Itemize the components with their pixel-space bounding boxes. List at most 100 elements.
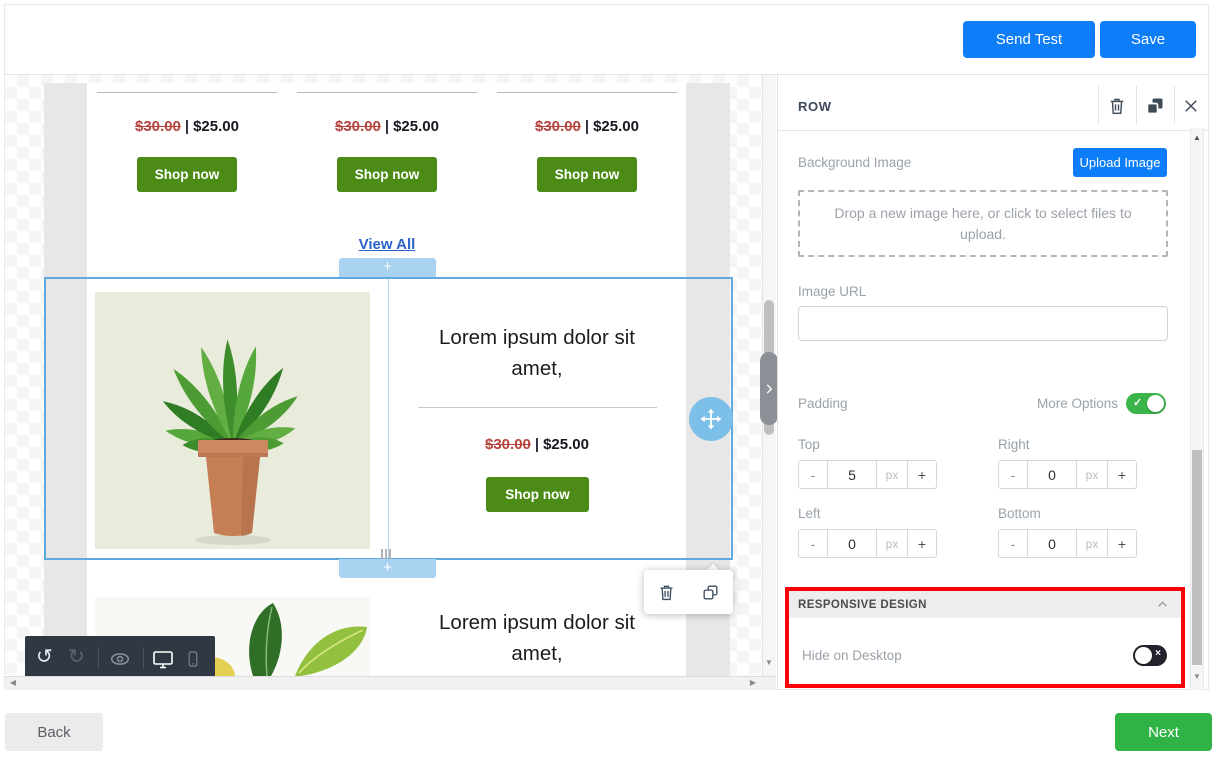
decrement-button[interactable]: - <box>798 460 828 489</box>
panel-header-separator <box>1136 86 1137 124</box>
image-dropzone[interactable]: Drop a new image here, or click to selec… <box>798 190 1168 257</box>
panel-header-divider <box>778 130 1208 131</box>
upload-image-button[interactable]: Upload Image <box>1073 148 1167 177</box>
old-price: $30.00 <box>335 118 381 135</box>
mobile-icon <box>183 649 203 669</box>
toggle-knob <box>1147 395 1164 412</box>
add-row-button-top[interactable]: + <box>339 258 436 277</box>
canvas-horizontal-scrollbar[interactable] <box>5 676 776 690</box>
padding-left-value[interactable]: 0 <box>827 529 877 558</box>
undo-button[interactable]: ↺ <box>36 647 53 667</box>
new-price: $25.00 <box>393 118 439 135</box>
panel-scrollbar-thumb[interactable] <box>1192 450 1202 665</box>
panel-left-border <box>777 75 778 690</box>
scroll-up-arrow[interactable]: ▲ <box>1191 134 1203 142</box>
decrement-button[interactable]: - <box>998 460 1028 489</box>
padding-top-stepper: - 5 px + <box>798 460 937 489</box>
next-button[interactable]: Next <box>1115 713 1212 751</box>
add-row-button-bottom[interactable]: + <box>339 559 436 578</box>
card-divider <box>97 92 277 93</box>
scroll-down-arrow[interactable]: ▼ <box>763 659 775 667</box>
duplicate-row-button[interactable] <box>701 583 720 602</box>
new-price: $25.00 <box>593 118 639 135</box>
x-icon: × <box>1155 648 1161 659</box>
image-url-label: Image URL <box>798 284 866 299</box>
duplicate-icon <box>701 583 720 602</box>
delete-row-button[interactable] <box>657 583 676 602</box>
chevron-up-icon <box>1156 598 1169 611</box>
price-separator: | <box>581 118 593 135</box>
increment-button[interactable]: + <box>1107 529 1137 558</box>
old-price: $30.00 <box>135 118 181 135</box>
shop-now-button[interactable]: Shop now <box>137 157 237 192</box>
card-divider <box>497 92 677 93</box>
padding-left-label: Left <box>798 506 821 521</box>
decrement-button[interactable]: - <box>798 529 828 558</box>
padding-top-label: Top <box>798 437 820 452</box>
move-icon <box>699 407 723 431</box>
responsive-design-header[interactable]: RESPONSIVE DESIGN <box>789 591 1181 618</box>
increment-button[interactable]: + <box>907 460 937 489</box>
email-builder-app: Send Test Save $30.00|$25.00 Shop now $3… <box>0 0 1220 757</box>
padding-bottom-label: Bottom <box>998 506 1041 521</box>
new-price: $25.00 <box>193 118 239 135</box>
trash-icon <box>1107 96 1127 116</box>
image-url-input[interactable] <box>798 306 1168 341</box>
price-separator: | <box>181 118 193 135</box>
next-row-heading[interactable]: Lorem ipsum dolor sit amet, <box>432 607 642 669</box>
more-options-toggle[interactable]: ✓ <box>1126 393 1166 414</box>
padding-right-value[interactable]: 0 <box>1027 460 1077 489</box>
scroll-down-arrow[interactable]: ▼ <box>1191 673 1203 681</box>
close-panel-button[interactable] <box>1182 97 1200 115</box>
preview-button[interactable] <box>109 648 131 670</box>
duplicate-icon <box>1145 96 1165 116</box>
chevron-right-icon <box>762 382 776 396</box>
selected-row-outline[interactable] <box>44 277 733 560</box>
product-price: $30.00|$25.00 <box>287 118 487 135</box>
padding-right-label: Right <box>998 437 1030 452</box>
padding-left-stepper: - 0 px + <box>798 529 937 558</box>
background-image-label: Background Image <box>798 155 911 170</box>
shop-now-button[interactable]: Shop now <box>337 157 437 192</box>
unit-label: px <box>876 529 908 558</box>
duplicate-row-header-button[interactable] <box>1145 96 1165 116</box>
product-card[interactable]: $30.00|$25.00 Shop now <box>487 83 687 263</box>
mobile-view-button[interactable] <box>183 649 203 669</box>
toggle-knob <box>1135 647 1152 664</box>
panel-title: ROW <box>798 99 832 114</box>
scroll-left-arrow[interactable]: ◀ <box>8 679 18 687</box>
price-separator: | <box>381 118 393 135</box>
check-icon: ✓ <box>1133 396 1142 409</box>
panel-header-separator <box>1174 86 1175 124</box>
decrement-button[interactable]: - <box>998 529 1028 558</box>
view-all-link[interactable]: View All <box>287 236 487 253</box>
delete-row-header-button[interactable] <box>1107 96 1127 116</box>
increment-button[interactable]: + <box>907 529 937 558</box>
panel-collapse-tab[interactable] <box>760 352 778 425</box>
product-price: $30.00|$25.00 <box>487 118 687 135</box>
padding-bottom-value[interactable]: 0 <box>1027 529 1077 558</box>
unit-label: px <box>1076 529 1108 558</box>
panel-header-separator <box>1098 86 1099 124</box>
padding-top-value[interactable]: 5 <box>827 460 877 489</box>
scroll-right-arrow[interactable]: ▶ <box>748 679 758 687</box>
row-move-handle[interactable] <box>689 397 733 441</box>
row-actions-popover <box>644 570 733 614</box>
back-button[interactable]: Back <box>5 713 103 751</box>
increment-button[interactable]: + <box>1107 460 1137 489</box>
more-options-label: More Options <box>1000 396 1118 411</box>
desktop-view-button[interactable] <box>151 647 175 671</box>
send-test-button[interactable]: Send Test <box>963 21 1095 58</box>
unit-label: px <box>1076 460 1108 489</box>
save-button[interactable]: Save <box>1100 21 1196 58</box>
old-price: $30.00 <box>535 118 581 135</box>
redo-button[interactable]: ↻ <box>68 647 85 667</box>
toolbar-separator <box>98 647 99 669</box>
product-card[interactable]: $30.00|$25.00 Shop now <box>87 83 287 263</box>
eye-icon <box>109 648 131 670</box>
close-icon <box>1182 97 1200 115</box>
padding-label: Padding <box>798 396 848 411</box>
toolbar-separator <box>143 647 144 669</box>
hide-on-desktop-toggle[interactable]: × <box>1133 645 1167 666</box>
shop-now-button[interactable]: Shop now <box>537 157 637 192</box>
